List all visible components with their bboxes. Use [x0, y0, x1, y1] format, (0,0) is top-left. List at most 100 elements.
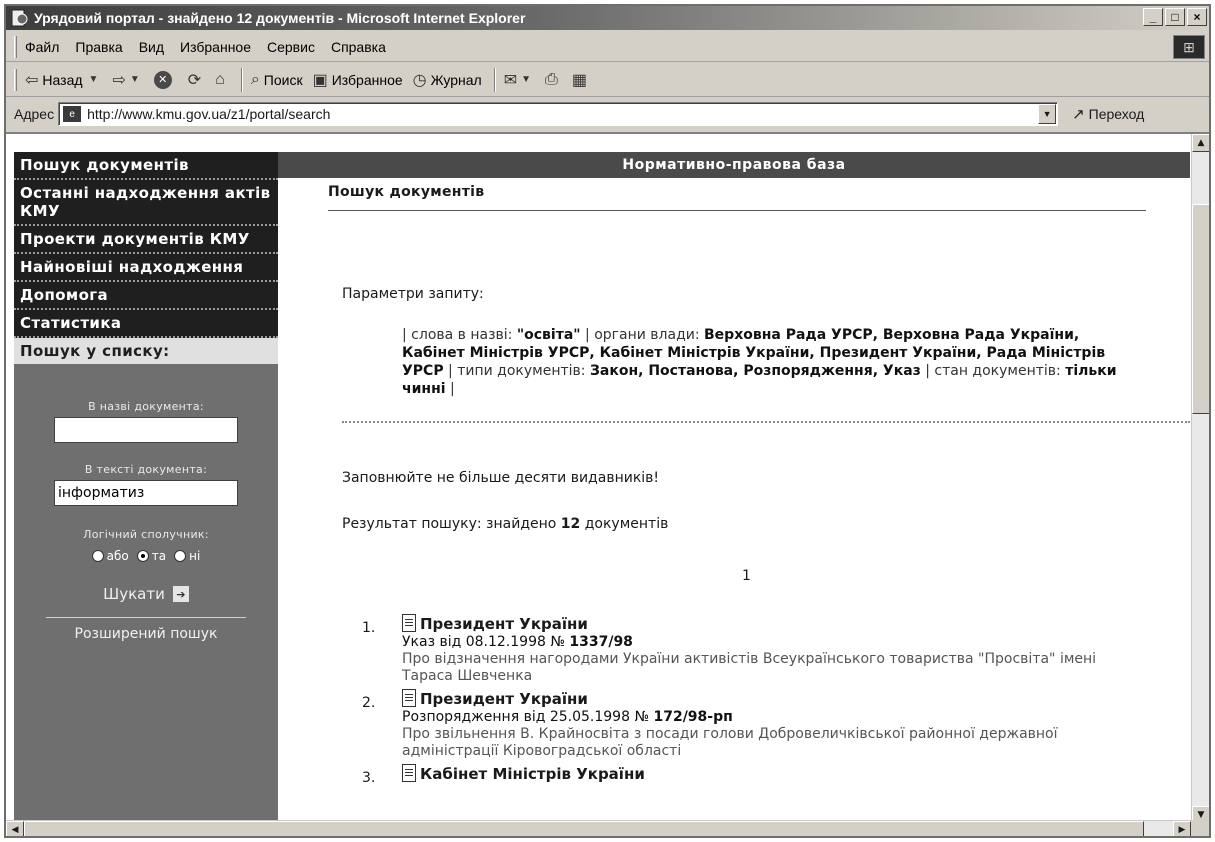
stop-icon: ✕: [153, 70, 172, 89]
go-label: Переход: [1088, 106, 1145, 122]
query-params: | слова в назві: "освіта" | органи влади…: [402, 326, 1122, 398]
history-button[interactable]: ◷ Журнал: [413, 70, 482, 90]
title-bar: Урядовий портал - знайдено 12 документів…: [6, 6, 1209, 30]
page-icon: e: [63, 106, 82, 122]
result-prefix: Результат пошуку: знайдено: [342, 516, 561, 532]
toolbar-grip[interactable]: [14, 68, 17, 91]
search-button[interactable]: ⌕ Поиск: [251, 71, 303, 89]
edit-icon: ▦: [571, 71, 587, 89]
menu-view[interactable]: Вид: [139, 39, 164, 55]
horizontal-scrollbar[interactable]: ◀ ▶: [6, 820, 1191, 836]
result-doc-number[interactable]: 172/98-рп: [653, 709, 732, 725]
advanced-search-link[interactable]: Розширений пошук: [14, 626, 278, 642]
vertical-scrollbar[interactable]: ▲ ▼: [1191, 134, 1209, 824]
param-text: | слова в назві:: [402, 327, 517, 343]
text-field-label: В тексті документа:: [84, 463, 208, 476]
back-button[interactable]: ⇦ Назад ▼: [25, 70, 102, 90]
go-button[interactable]: ↗ Переход: [1072, 105, 1144, 123]
forward-dropdown-icon[interactable]: ▼: [130, 74, 140, 85]
scroll-corner: [1191, 820, 1209, 836]
list-search-form: В назві документа: В тексті документа: Л…: [14, 400, 278, 642]
radio-not[interactable]: ні: [174, 549, 200, 563]
back-dropdown-icon[interactable]: ▼: [89, 74, 99, 85]
sidebar-item-draft-documents[interactable]: Проекти документів КМУ: [14, 226, 278, 254]
sidebar-item-newest[interactable]: Найновіші надходження: [14, 254, 278, 282]
publisher-warning: Заповнюйте не більше десяти видавників!: [342, 470, 660, 486]
toolbar-separator: [240, 67, 243, 92]
sidebar-item-help[interactable]: Допомога: [14, 282, 278, 310]
edit-button[interactable]: ▦: [572, 70, 591, 90]
scroll-up-icon[interactable]: ▲: [1192, 134, 1209, 152]
stop-button[interactable]: ✕: [153, 70, 178, 89]
menu-help[interactable]: Справка: [331, 39, 386, 55]
sidebar-item-document-search[interactable]: Пошук документів: [14, 152, 278, 180]
arrow-right-icon: ➔: [172, 586, 189, 602]
favorites-icon: ▣: [312, 71, 328, 89]
menu-file[interactable]: Файл: [25, 39, 59, 55]
radio-and-dot[interactable]: [136, 550, 149, 562]
sidebar-item-statistics[interactable]: Статистика: [14, 310, 278, 338]
result-description[interactable]: Про звільнення В. Крайносвіта з посади г…: [402, 726, 1122, 760]
address-dropdown-icon[interactable]: ▼: [1038, 104, 1057, 124]
go-arrow-icon: ↗: [1072, 106, 1085, 123]
history-label: Журнал: [430, 71, 482, 88]
home-icon: ⌂: [215, 70, 225, 88]
print-icon: ⎙: [545, 70, 558, 88]
minimize-icon[interactable]: _: [1143, 8, 1163, 26]
radio-or[interactable]: або: [91, 549, 129, 563]
radio-not-label: ні: [189, 549, 201, 563]
text-search-input[interactable]: [54, 480, 238, 506]
close-icon[interactable]: ×: [1187, 8, 1207, 26]
radio-and[interactable]: та: [136, 549, 166, 563]
result-org[interactable]: Кабінет Міністрів України: [420, 765, 645, 783]
toolbar-separator: [493, 67, 496, 92]
home-button[interactable]: ⌂: [215, 71, 229, 89]
result-header[interactable]: Кабінет Міністрів України: [402, 764, 1122, 784]
menu-tools[interactable]: Сервис: [267, 39, 315, 55]
result-doc-number[interactable]: 1337/98: [569, 634, 633, 650]
menu-favorites[interactable]: Избранное: [180, 39, 251, 55]
refresh-icon: ⟳: [187, 71, 202, 89]
dotted-divider: [342, 421, 1190, 423]
logic-label: Логічний сполучник:: [83, 528, 209, 541]
result-header[interactable]: Президент України: [402, 614, 1122, 634]
name-field-label: В назві документа:: [88, 400, 204, 413]
back-arrow-icon: ⇦: [25, 71, 39, 89]
scroll-left-icon[interactable]: ◀: [6, 821, 24, 836]
standard-toolbar: ⇦ Назад ▼ ⇨ ▼ ✕ ⟳ ⌂ ⌕ Поиск ▣ Избранное …: [6, 63, 1209, 97]
result-summary: Результат пошуку: знайдено 12 документів: [342, 516, 668, 532]
print-button[interactable]: ⎙: [545, 71, 562, 89]
name-search-input[interactable]: [54, 417, 238, 443]
result-org[interactable]: Президент України: [420, 615, 588, 633]
search-submit-button[interactable]: Шукати ➔: [14, 585, 278, 603]
mail-dropdown-icon[interactable]: ▼: [521, 74, 531, 85]
result-meta: Указ від 08.12.1998 № 1337/98: [402, 634, 1122, 651]
toolbar-grip[interactable]: [14, 35, 17, 58]
address-url: http://www.kmu.gov.ua/z1/portal/search: [87, 106, 331, 122]
scroll-right-icon[interactable]: ▶: [1173, 821, 1191, 836]
ie-page-icon: [10, 9, 28, 27]
result-header[interactable]: Президент України: [402, 689, 1122, 709]
menu-edit[interactable]: Правка: [75, 39, 122, 55]
sidebar-item-latest-acts[interactable]: Останні надходження актів КМУ: [14, 180, 278, 226]
horizontal-scroll-thumb[interactable]: [24, 821, 1144, 836]
result-org[interactable]: Президент України: [420, 690, 588, 708]
forward-button[interactable]: ⇨ ▼: [112, 70, 143, 90]
section-banner: Нормативно-правова база: [278, 152, 1190, 178]
radio-or-dot[interactable]: [91, 550, 104, 562]
address-input[interactable]: e http://www.kmu.gov.ua/z1/portal/search…: [58, 102, 1059, 126]
sidebar-nav: Пошук документів Останні надходження акт…: [14, 152, 278, 366]
window-title: Урядовий портал - знайдено 12 документів…: [34, 10, 526, 26]
page-number-link[interactable]: 1: [742, 568, 751, 584]
address-bar: Адрес e http://www.kmu.gov.ua/z1/portal/…: [6, 98, 1209, 130]
vertical-scroll-thumb[interactable]: [1192, 204, 1209, 414]
favorites-button[interactable]: ▣ Избранное: [313, 70, 403, 90]
list-search-heading: Пошук у списку:: [14, 338, 278, 366]
mail-button[interactable]: ✉ ▼: [504, 70, 535, 90]
maximize-icon[interactable]: □: [1165, 8, 1185, 26]
window-controls: _ □ ×: [1143, 8, 1207, 26]
logic-radio-group: або та ні: [14, 549, 278, 563]
radio-not-dot[interactable]: [174, 550, 187, 562]
refresh-button[interactable]: ⟳: [188, 70, 205, 90]
result-description[interactable]: Про відзначення нагородами України актив…: [402, 651, 1122, 685]
